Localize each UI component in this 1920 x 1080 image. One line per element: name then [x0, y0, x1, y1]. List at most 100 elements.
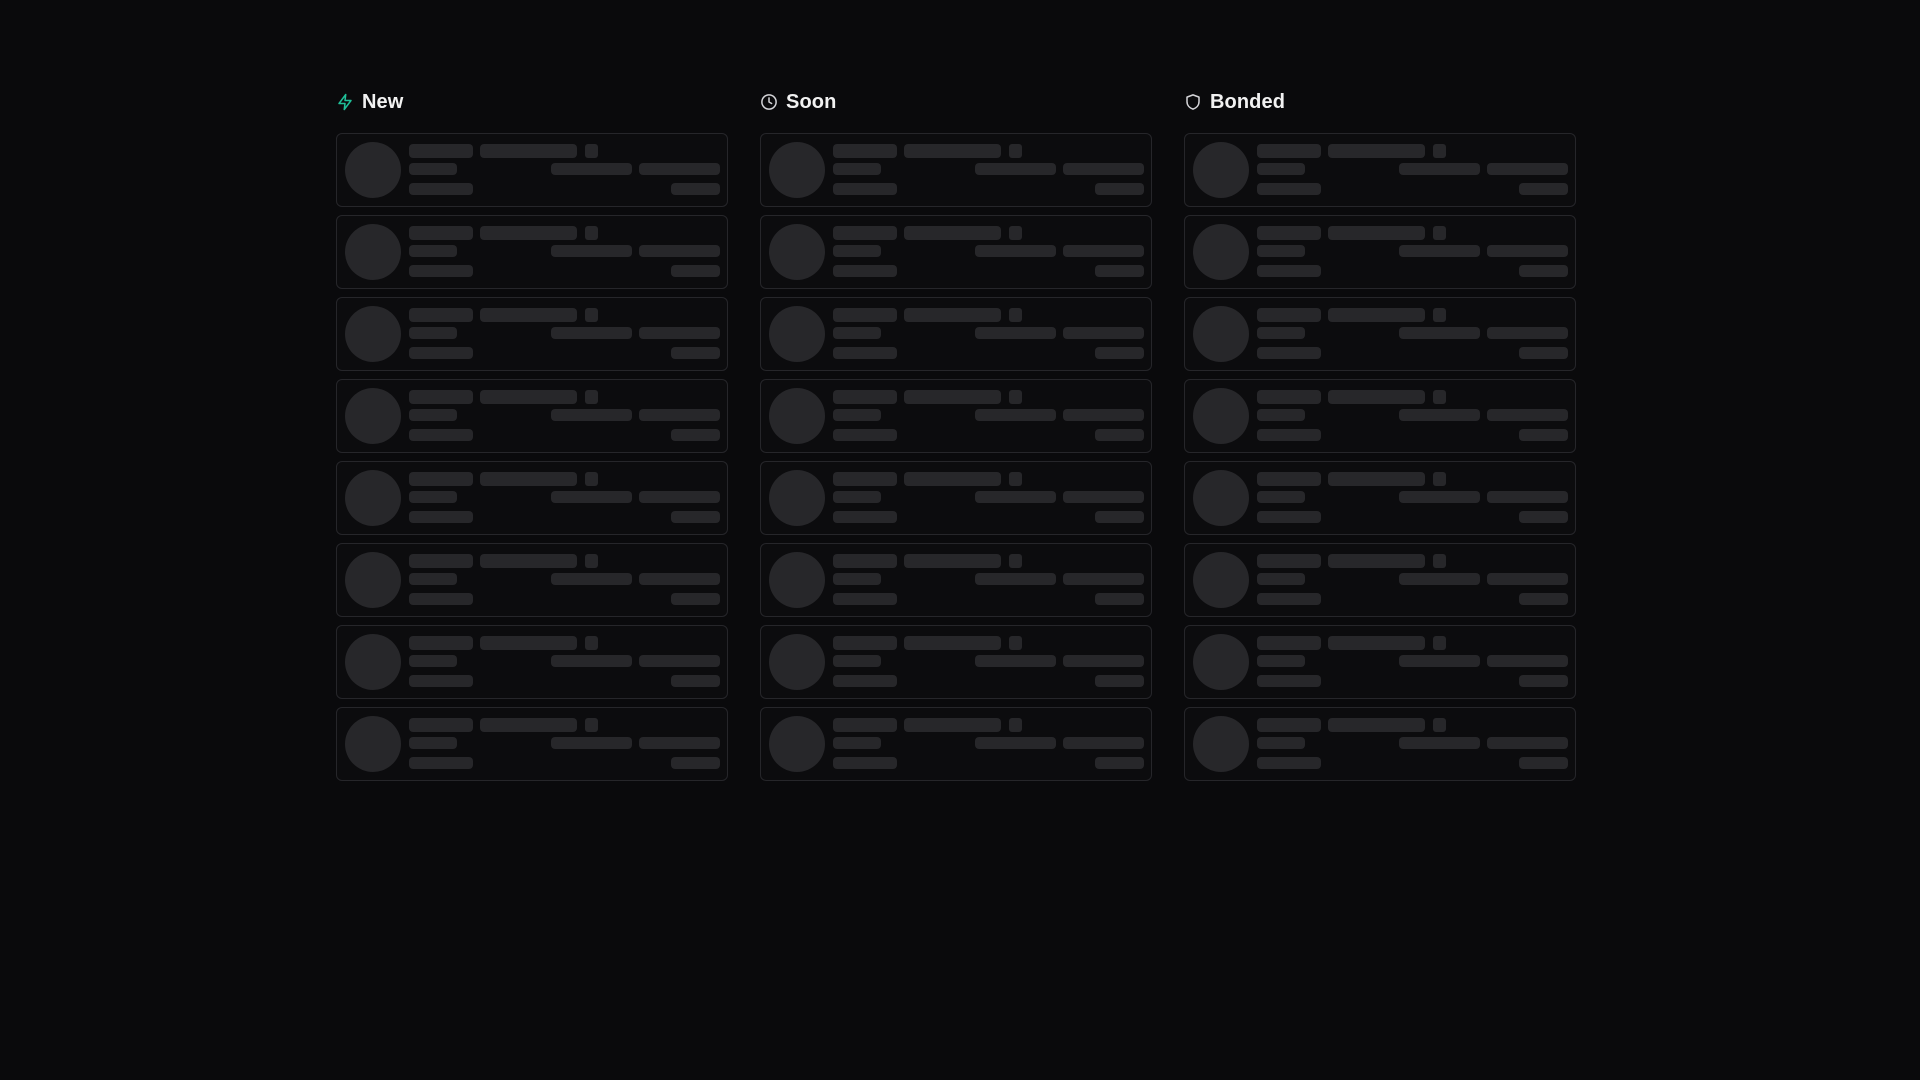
skeleton-footer [833, 675, 897, 687]
skeleton-footer-right [671, 347, 720, 359]
skeleton-footer [1257, 593, 1321, 605]
skeleton-ticker [1328, 554, 1425, 568]
skeleton-stat [1487, 737, 1568, 749]
skeleton-ticker [904, 308, 1001, 322]
skeleton-badge [1433, 554, 1446, 568]
skeleton-stat [975, 491, 1056, 503]
skeleton-stat [1487, 163, 1568, 175]
skeleton-card [1184, 297, 1576, 371]
skeleton-name [833, 308, 897, 322]
skeleton-ticker [904, 472, 1001, 486]
skeleton-ticker [1328, 718, 1425, 732]
skeleton-stat [639, 327, 720, 339]
skeleton-meta [409, 737, 457, 749]
skeleton-footer-right [671, 593, 720, 605]
skeleton-avatar [769, 552, 825, 608]
skeleton-card [1184, 543, 1576, 617]
skeleton-ticker [480, 144, 577, 158]
skeleton-name [409, 308, 473, 322]
skeleton-name [1257, 472, 1321, 486]
skeleton-card [1184, 379, 1576, 453]
skeleton-avatar [1193, 470, 1249, 526]
lightning-icon [336, 93, 354, 111]
skeleton-badge [1433, 226, 1446, 240]
skeleton-stat [551, 163, 632, 175]
skeleton-badge [585, 144, 598, 158]
skeleton-footer-right [1095, 593, 1144, 605]
skeleton-meta [1257, 245, 1305, 257]
skeleton-name [1257, 144, 1321, 158]
skeleton-footer [833, 593, 897, 605]
skeleton-stat [639, 573, 720, 585]
skeleton-footer [1257, 757, 1321, 769]
skeleton-card [760, 379, 1152, 453]
skeleton-badge [1433, 308, 1446, 322]
skeleton-stat [639, 245, 720, 257]
skeleton-footer [409, 347, 473, 359]
skeleton-footer-right [671, 265, 720, 277]
skeleton-stat [639, 409, 720, 421]
skeleton-stat [1399, 409, 1480, 421]
skeleton-badge [585, 554, 598, 568]
skeleton-badge [1009, 554, 1022, 568]
skeleton-stat [1063, 573, 1144, 585]
skeleton-avatar [345, 552, 401, 608]
skeleton-ticker [480, 472, 577, 486]
skeleton-card [336, 215, 728, 289]
skeleton-badge [1009, 718, 1022, 732]
skeleton-stat [1063, 737, 1144, 749]
skeleton-footer-right [671, 675, 720, 687]
skeleton-ticker [480, 308, 577, 322]
skeleton-stat [1487, 573, 1568, 585]
skeleton-footer [1257, 183, 1321, 195]
skeleton-footer-right [1095, 183, 1144, 195]
skeleton-footer [833, 757, 897, 769]
skeleton-ticker [1328, 308, 1425, 322]
skeleton-name [1257, 636, 1321, 650]
skeleton-badge [585, 472, 598, 486]
skeleton-meta [409, 491, 457, 503]
skeleton-badge [1433, 636, 1446, 650]
skeleton-stat [1487, 409, 1568, 421]
skeleton-ticker [904, 718, 1001, 732]
skeleton-name [409, 390, 473, 404]
skeleton-footer [1257, 511, 1321, 523]
skeleton-ticker [480, 718, 577, 732]
skeleton-meta [833, 573, 881, 585]
skeleton-avatar [345, 224, 401, 280]
skeleton-stat [1063, 245, 1144, 257]
skeleton-stat [1487, 491, 1568, 503]
skeleton-name [1257, 554, 1321, 568]
skeleton-stat [1399, 573, 1480, 585]
skeleton-stat [975, 737, 1056, 749]
skeleton-avatar [1193, 306, 1249, 362]
skeleton-stat [1487, 655, 1568, 667]
skeleton-badge [585, 390, 598, 404]
skeleton-name [409, 636, 473, 650]
token-board: New Soon Bonded [336, 88, 1576, 781]
skeleton-avatar [1193, 388, 1249, 444]
skeleton-avatar [769, 634, 825, 690]
skeleton-stat [551, 655, 632, 667]
skeleton-stat [975, 655, 1056, 667]
column-bonded: Bonded [1184, 88, 1576, 781]
skeleton-badge [1433, 144, 1446, 158]
skeleton-meta [833, 737, 881, 749]
column-title-new: New [362, 90, 404, 113]
column-header-new: New [336, 88, 728, 116]
skeleton-card [760, 297, 1152, 371]
skeleton-name [409, 554, 473, 568]
skeleton-meta [409, 163, 457, 175]
column-header-bonded: Bonded [1184, 88, 1576, 116]
skeleton-footer [1257, 347, 1321, 359]
skeleton-footer-right [671, 183, 720, 195]
skeleton-name [1257, 308, 1321, 322]
skeleton-card [336, 707, 728, 781]
skeleton-footer-right [1519, 429, 1568, 441]
skeleton-ticker [904, 636, 1001, 650]
skeleton-avatar [1193, 142, 1249, 198]
skeleton-meta [833, 655, 881, 667]
skeleton-footer-right [671, 429, 720, 441]
skeleton-meta [1257, 737, 1305, 749]
skeleton-ticker [480, 390, 577, 404]
